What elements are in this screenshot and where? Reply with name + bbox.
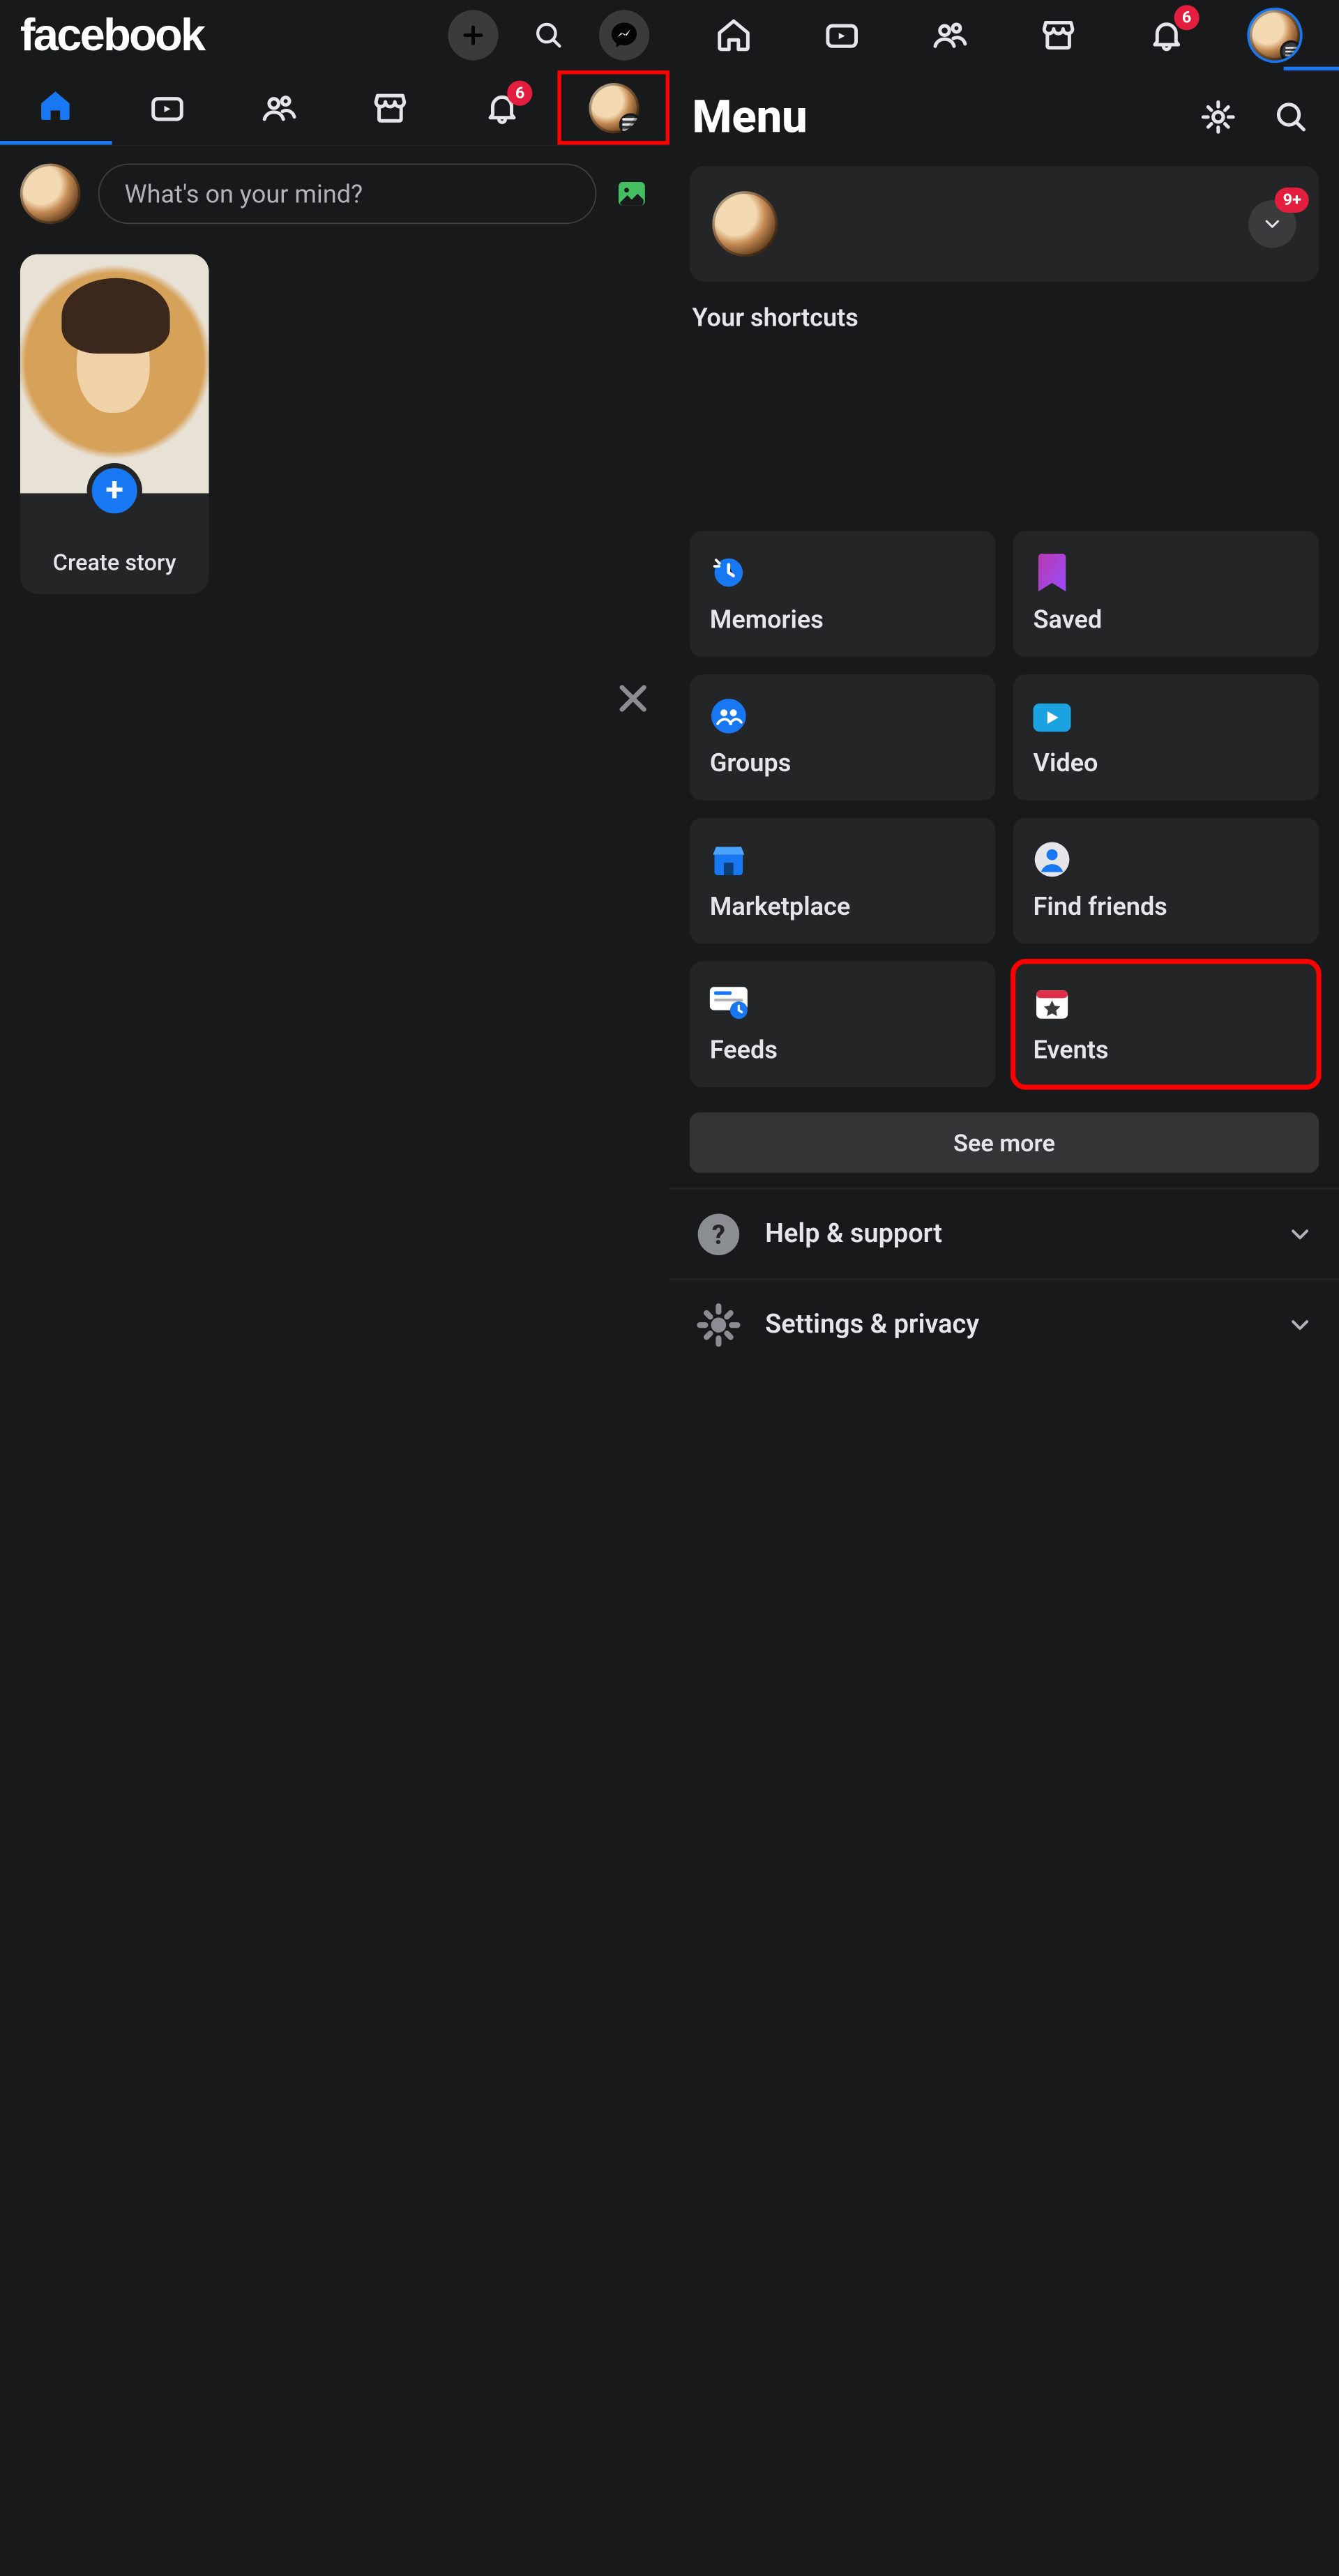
- notifications-badge: 6: [1174, 5, 1200, 30]
- home-icon: [715, 16, 752, 54]
- tile-label: Saved: [1034, 604, 1299, 634]
- friends-icon: [260, 89, 298, 126]
- menu-pane: 6 Menu 9+ Your shortcuts: [670, 0, 1339, 1425]
- composer: What's on your mind?: [0, 146, 670, 241]
- create-story-card[interactable]: + Create story: [20, 255, 209, 594]
- tile-label: Find friends: [1034, 891, 1299, 921]
- shortcuts-heading: Your shortcuts: [670, 302, 1339, 342]
- left-topbar: facebook: [0, 0, 670, 70]
- menu-search-button[interactable]: [1266, 92, 1316, 142]
- left-tabnav: 6: [0, 70, 670, 146]
- tab-notifications[interactable]: 6: [446, 70, 558, 144]
- memories-icon: [710, 554, 748, 591]
- marketplace-icon: [372, 89, 409, 126]
- chevron-down-icon: [1286, 1220, 1314, 1248]
- menu-title: Menu: [692, 91, 807, 144]
- search-button[interactable]: [524, 10, 574, 60]
- profile-avatar: [712, 191, 778, 257]
- row-label: Help & support: [765, 1219, 1264, 1249]
- composer-input[interactable]: What's on your mind?: [98, 164, 597, 225]
- settings-icon: [695, 1301, 743, 1349]
- chevron-down-icon: [1286, 1310, 1314, 1338]
- profile-card[interactable]: 9+: [690, 166, 1319, 282]
- tile-label: Groups: [710, 748, 976, 778]
- plus-icon: [460, 22, 487, 50]
- tab-marketplace[interactable]: [335, 70, 446, 144]
- tile-label: Events: [1034, 1034, 1299, 1064]
- menu-settings-button[interactable]: [1193, 92, 1243, 142]
- tile-label: Marketplace: [710, 891, 976, 921]
- nav-friends[interactable]: [925, 10, 975, 60]
- active-tab-indicator: [1284, 67, 1339, 70]
- tab-friends[interactable]: [223, 70, 335, 144]
- nav-video[interactable]: [817, 10, 867, 60]
- menu-header: Menu: [670, 70, 1339, 156]
- nav-profile-menu[interactable]: [1250, 10, 1300, 60]
- story-avatar-image: [20, 255, 209, 494]
- tile-saved[interactable]: Saved: [1013, 531, 1319, 657]
- tile-label: Memories: [710, 604, 976, 634]
- dismiss-button[interactable]: [614, 679, 652, 717]
- menu-chip-icon: [1280, 40, 1300, 61]
- messenger-icon: [609, 20, 639, 50]
- find-friends-icon: [1034, 840, 1071, 878]
- messenger-button[interactable]: [599, 10, 649, 60]
- stories-row: + Create story: [0, 241, 670, 606]
- search-icon: [1272, 98, 1310, 136]
- profile-badge: 9+: [1276, 188, 1309, 213]
- search-icon: [532, 19, 565, 52]
- nav-home[interactable]: [709, 10, 759, 60]
- feeds-icon: [710, 984, 748, 1022]
- avatar: [1250, 10, 1300, 60]
- shortcuts-empty-area: [670, 342, 1339, 531]
- menu-rows: ? Help & support Settings & privacy: [670, 1188, 1339, 1369]
- tile-groups[interactable]: Groups: [690, 674, 995, 800]
- tile-marketplace[interactable]: Marketplace: [690, 818, 995, 944]
- composer-avatar[interactable]: [20, 164, 81, 225]
- groups-icon: [710, 697, 748, 735]
- help-icon: ?: [695, 1210, 743, 1258]
- profile-expand-button[interactable]: 9+: [1248, 200, 1296, 248]
- row-settings-privacy[interactable]: Settings & privacy: [670, 1278, 1339, 1369]
- video-icon: [149, 89, 186, 126]
- friends-icon: [931, 16, 969, 54]
- close-icon: [614, 679, 652, 717]
- add-photo-button[interactable]: [614, 176, 650, 212]
- tile-label: Feeds: [710, 1034, 976, 1064]
- video-tile-icon: [1034, 697, 1071, 735]
- saved-icon: [1034, 554, 1071, 591]
- tab-home[interactable]: [0, 70, 112, 144]
- tab-video[interactable]: [112, 70, 223, 144]
- tile-find-friends[interactable]: Find friends: [1013, 818, 1319, 944]
- notifications-badge: 6: [508, 80, 532, 105]
- right-topbar: 6: [670, 0, 1339, 70]
- chevron-down-icon: [1261, 213, 1283, 235]
- avatar: [589, 82, 639, 132]
- menu-chip-icon: [619, 113, 639, 133]
- row-label: Settings & privacy: [765, 1310, 1264, 1340]
- tile-label: Video: [1034, 748, 1299, 778]
- home-icon: [37, 87, 75, 125]
- row-help-support[interactable]: ? Help & support: [670, 1188, 1339, 1278]
- marketplace-icon: [1040, 16, 1077, 54]
- nav-marketplace[interactable]: [1034, 10, 1084, 60]
- menu-grid: Memories Saved Groups Video Marketplace …: [670, 531, 1339, 1088]
- gear-icon: [1200, 98, 1237, 136]
- tile-video[interactable]: Video: [1013, 674, 1319, 800]
- nav-notifications[interactable]: 6: [1142, 10, 1192, 60]
- marketplace-tile-icon: [710, 840, 748, 878]
- video-icon: [823, 16, 861, 54]
- events-icon: [1034, 984, 1071, 1022]
- photo-icon: [614, 176, 650, 212]
- see-more-button[interactable]: See more: [690, 1112, 1319, 1173]
- create-button[interactable]: [448, 10, 498, 60]
- svg-text:?: ?: [712, 1220, 725, 1250]
- tab-profile-menu[interactable]: [558, 70, 670, 144]
- feed-pane: facebook: [0, 0, 670, 1425]
- facebook-logo[interactable]: facebook: [20, 9, 204, 62]
- tile-feeds[interactable]: Feeds: [690, 962, 995, 1087]
- create-story-plus-icon: +: [87, 463, 142, 518]
- tile-events[interactable]: Events: [1013, 962, 1319, 1087]
- tile-memories[interactable]: Memories: [690, 531, 995, 657]
